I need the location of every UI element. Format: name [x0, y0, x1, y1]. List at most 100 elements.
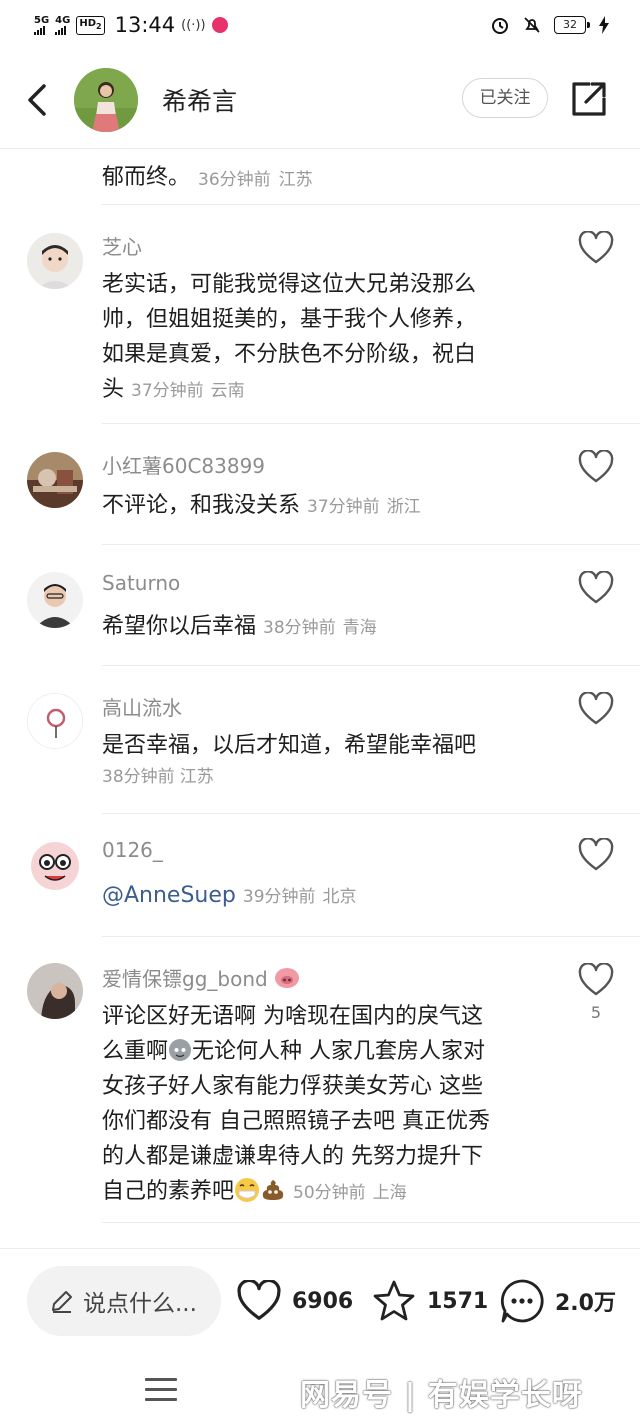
like-total: 6906 [292, 1288, 354, 1314]
comment-line: 老实话，可能我觉得这位大兄弟没那么 [102, 272, 477, 297]
comment-location: 青海 [342, 618, 377, 638]
comment-time: 37分钟前 [131, 381, 204, 401]
signal-4g-label: 4G [55, 14, 71, 26]
comment-line: 评论区好无语啊 为啥现在国内的戾气这 [102, 1004, 483, 1029]
comment-location: 上海 [372, 1183, 407, 1203]
comment-line: 么重啊 无论何人种 人家几套房人家对 [102, 1034, 532, 1069]
comment-text: 是否幸福，以后才知道，希望能幸福吧 [102, 733, 477, 758]
commenter-name-text: 爱情保镖gg_bond [102, 967, 268, 991]
like-action[interactable]: 6906 [236, 1278, 353, 1324]
comment-line: @AnneSuep 39分钟前 北京 [102, 878, 532, 915]
commenter-avatar[interactable] [27, 572, 83, 628]
comment-line: 希望你以后幸福 38分钟前 青海 [102, 609, 532, 646]
commenter-name[interactable]: 爱情保镖gg_bond [102, 963, 300, 992]
comment-body: @AnneSuep 39分钟前 北京 [102, 878, 532, 915]
heart-icon [237, 1280, 281, 1320]
menu-icon[interactable] [145, 1378, 177, 1402]
comment-time: 36分钟前 [198, 169, 271, 190]
comment-location: 浙江 [386, 497, 421, 517]
like-heart-icon[interactable] [578, 963, 614, 997]
commenter-avatar[interactable] [27, 452, 83, 508]
comment-input-placeholder: 说点什么... [83, 1291, 197, 1317]
mute-bell-icon [524, 17, 540, 33]
charging-icon [599, 16, 609, 34]
comment-divider [102, 936, 640, 937]
comment-line: 自己的素养吧 50分钟前 上海 [102, 1174, 532, 1211]
comment-location: 江苏 [179, 767, 214, 787]
comment-divider [102, 423, 640, 424]
commenter-name[interactable]: 0126_ [102, 838, 163, 862]
signal-4g: 4G [55, 14, 71, 35]
commenter-name[interactable]: 芝心 [102, 231, 142, 260]
comment-line: 头 37分钟前 云南 [102, 372, 532, 409]
author-avatar[interactable] [74, 68, 138, 132]
comment-action[interactable]: 2.0万 [499, 1278, 616, 1324]
comment-meta: 38分钟前 江苏 [102, 763, 532, 791]
hotspot-icon: ((·)) [181, 17, 206, 33]
comment-divider [102, 665, 640, 666]
comment-location: 江苏 [278, 169, 313, 190]
comment-location: 北京 [322, 887, 357, 907]
comment-input[interactable]: 说点什么... [27, 1266, 221, 1336]
comment-time: 38分钟前 [102, 767, 175, 787]
comment-text: 不评论，和我没关系 [102, 493, 301, 518]
comment-time: 37分钟前 [307, 497, 380, 517]
header-divider [0, 148, 640, 149]
follow-button[interactable]: 已关注 [462, 78, 548, 118]
status-bar: 5G 4G HD2 13:44 ((·)) 32 [0, 0, 640, 50]
like-heart-icon[interactable] [578, 838, 614, 872]
like-count: 5 [590, 1003, 602, 1022]
commenter-name[interactable]: Saturno [102, 571, 180, 595]
commenter-avatar[interactable] [27, 233, 83, 289]
author-name[interactable]: 希希言 [162, 82, 237, 118]
like-heart-icon[interactable] [578, 571, 614, 605]
comment-body: 不评论，和我没关系 37分钟前 浙江 [102, 488, 532, 525]
poop-emoji-icon [169, 1039, 192, 1061]
comment-line: 不评论，和我没关系 37分钟前 浙江 [102, 488, 532, 525]
comment-body: 希望你以后幸福 38分钟前 青海 [102, 609, 532, 646]
favorite-action[interactable]: 1571 [371, 1278, 488, 1324]
like-heart-icon[interactable] [578, 450, 614, 484]
comment-fragment: 么重啊 [102, 1039, 169, 1064]
mask-face-emoji-icon [235, 1178, 260, 1202]
commenter-avatar[interactable] [27, 693, 83, 749]
battery-level: 32 [563, 18, 577, 31]
back-arrow-icon[interactable] [22, 80, 52, 120]
comment-line: 如果是真爱，不分肤色不分阶级，祝白 [102, 342, 477, 367]
previous-comment-tail: 郁而终。 36分钟前 江苏 [102, 149, 313, 205]
status-right: 32 [490, 12, 610, 38]
comment-line: 你们都没有 自己照照镜子去吧 真正优秀 [102, 1109, 490, 1134]
signal-5g-label: 5G [34, 14, 50, 26]
pig-emoji-icon [275, 968, 300, 988]
like-heart-icon[interactable] [578, 692, 614, 726]
comment-divider [102, 813, 640, 814]
comment-body: 评论区好无语啊 为啥现在国内的戾气这 么重啊 无论何人种 人家几套房人家对 女孩子… [102, 999, 532, 1211]
comment-text: 希望你以后幸福 [102, 614, 257, 639]
like-heart-icon[interactable] [578, 231, 614, 265]
comment-body: 老实话，可能我觉得这位大兄弟没那么 帅，但姐姐挺美的，基于我个人修养， 如果是真… [102, 267, 532, 409]
mention-link[interactable]: @AnneSuep [102, 883, 236, 908]
clock: 13:44 [114, 13, 176, 37]
commenter-name[interactable]: 高山流水 [102, 692, 182, 721]
commenter-avatar[interactable] [27, 838, 83, 894]
comment-last-word: 头 [102, 377, 125, 402]
comment-fragment: 无论何人种 人家几套房人家对 [192, 1039, 486, 1064]
comment-body: 是否幸福，以后才知道，希望能幸福吧 38分钟前 江苏 [102, 728, 532, 791]
share-icon[interactable] [570, 80, 608, 118]
star-icon [373, 1280, 415, 1321]
alarm-icon [492, 18, 508, 34]
comment-time: 39分钟前 [242, 887, 316, 907]
watermark: 网易号 | 有娱学长呀 [300, 1378, 583, 1413]
comment-fragment: 自己的素养吧 [102, 1179, 235, 1204]
comment-divider [102, 544, 640, 545]
comment-divider [102, 1222, 640, 1223]
comment-total: 2.0万 [555, 1291, 616, 1316]
signal-5g: 5G [34, 14, 50, 35]
favorite-total: 1571 [427, 1288, 489, 1314]
profile-header: 希希言 已关注 [0, 52, 640, 147]
hd-sub: 2 [96, 21, 102, 31]
battery-indicator: 32 [554, 16, 590, 34]
comment-bubble-icon [500, 1279, 544, 1323]
commenter-avatar[interactable] [27, 963, 83, 1019]
commenter-name[interactable]: 小红薯60C83899 [102, 450, 265, 479]
